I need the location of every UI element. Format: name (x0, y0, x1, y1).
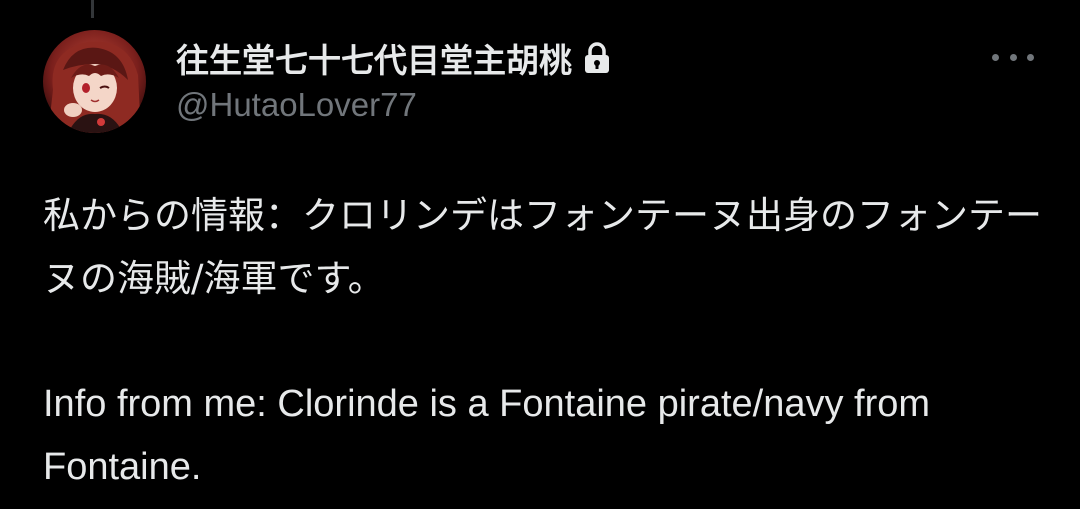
more-options-icon[interactable] (992, 44, 1034, 70)
tweet-header: 往生堂七十七代目堂主胡桃 @HutaoLover77 (176, 38, 990, 124)
more-dot (1027, 53, 1034, 61)
thread-connector-line (91, 0, 94, 18)
tweet-text-japanese: 私からの情報：クロリンデはフォンテーヌ出身のフォンテーヌの海賊/海軍です。 (43, 194, 1042, 300)
user-handle[interactable]: @HutaoLover77 (176, 86, 990, 124)
more-dot (992, 53, 999, 61)
avatar-image (43, 30, 146, 133)
tweet-text-english: Info from me: Clorinde is a Fontaine pir… (43, 383, 941, 488)
lock-icon (582, 41, 612, 75)
tweet-body: 私からの情報：クロリンデはフォンテーヌ出身のフォンテーヌの海賊/海軍です。 In… (43, 184, 1043, 499)
name-row: 往生堂七十七代目堂主胡桃 (176, 38, 990, 80)
more-dot (1009, 53, 1017, 61)
avatar[interactable] (43, 30, 146, 133)
display-name[interactable]: 往生堂七十七代目堂主胡桃 (176, 34, 572, 82)
